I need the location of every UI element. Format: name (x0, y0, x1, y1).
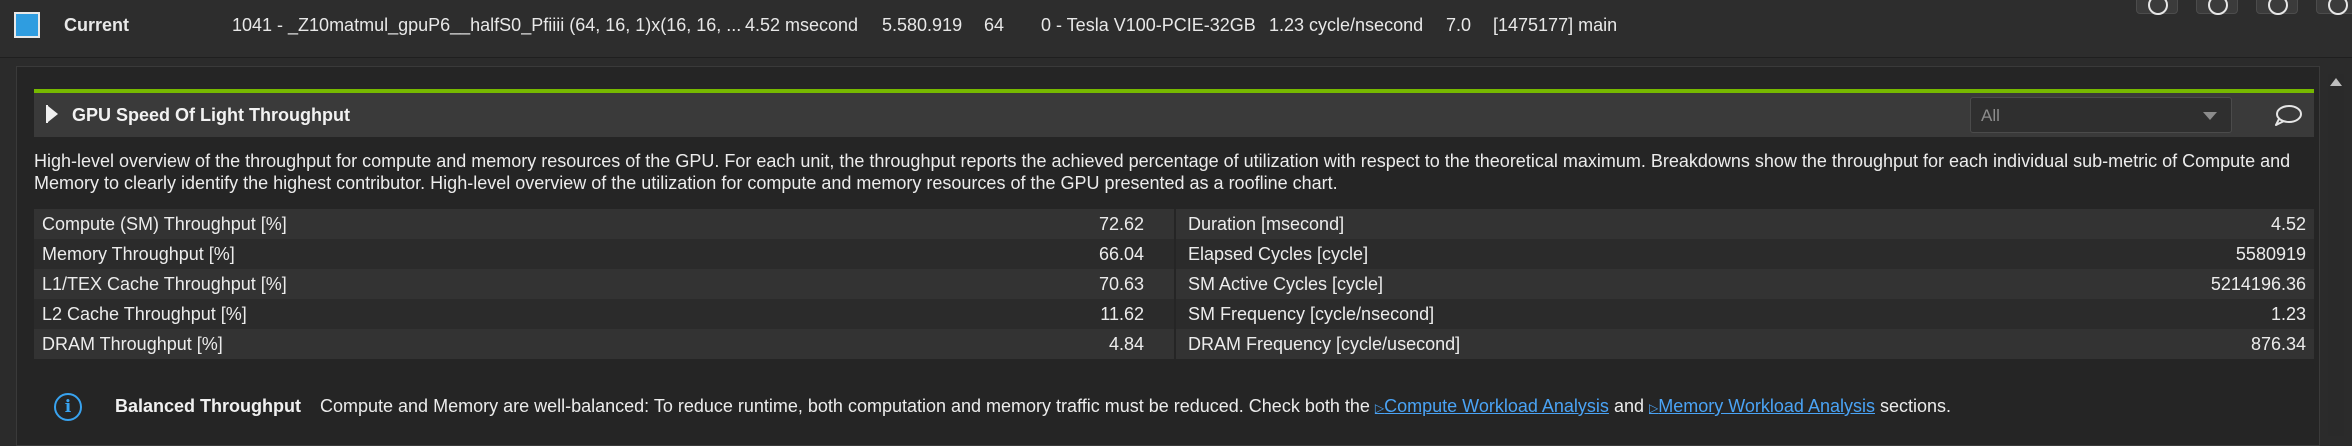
column-divider (1174, 209, 1176, 359)
metric-value: 4.84 (1108, 334, 1144, 354)
metric-value: 11.62 (1100, 304, 1144, 324)
more-icon (2328, 0, 2348, 15)
metric-label: Compute (SM) Throughput [%] (42, 214, 287, 234)
result-color-swatch[interactable] (14, 12, 40, 38)
vertical-scrollbar[interactable] (2328, 74, 2344, 436)
link-arrow-icon: ▷ (1649, 401, 1659, 415)
section-description: High-level overview of the throughput fo… (34, 151, 2291, 193)
nvidia-logo-icon (2268, 0, 2288, 15)
more-button[interactable] (2316, 0, 2352, 15)
nvidia-button[interactable] (2256, 0, 2298, 15)
memory-workload-link[interactable]: ▷Memory Workload Analysis (1649, 396, 1875, 416)
recommendation-title: Balanced Throughput (115, 396, 301, 416)
compute-workload-link-label: Compute Workload Analysis (1384, 396, 1609, 416)
metric-value: 66.04 (1098, 244, 1144, 264)
result-row[interactable]: Current 1041 - _Z10matmul_gpuP6__halfS0_… (0, 0, 2352, 58)
metric-label: SM Frequency [cycle/nsecond] (1188, 304, 1435, 324)
metric-label: Memory Throughput [%] (42, 244, 235, 264)
recommendation-text-after: sections. (1880, 396, 1952, 416)
result-cycles: 5.580.919 (882, 15, 963, 35)
section-title[interactable]: GPU Speed Of Light Throughput (72, 105, 350, 126)
result-device: 0 - Tesla V100-PCIE-32GB (1041, 15, 1256, 35)
chevron-down-icon (2203, 112, 2217, 120)
result-process: [1475177] main (1493, 15, 1618, 35)
metric-label: L2 Cache Throughput [%] (42, 304, 247, 324)
metric-value: 1.23 (2270, 304, 2306, 324)
body-filter-select[interactable]: All (1970, 97, 2232, 133)
recommendation-text-between: and (1613, 396, 1644, 416)
metric-value: 4.52 (2270, 214, 2306, 234)
info-icon: i (54, 393, 82, 421)
result-frequency: 1.23 cycle/nsecond (1269, 15, 1424, 35)
scroll-up-icon[interactable] (2330, 78, 2342, 86)
compute-workload-link[interactable]: ▷Compute Workload Analysis (1375, 396, 1609, 416)
metric-label: L1/TEX Cache Throughput [%] (42, 274, 287, 294)
metric-value: 72.62 (1098, 214, 1144, 234)
result-kernel: 1041 - _Z10matmul_gpuP6__halfS0_Pfiiii (… (232, 15, 742, 35)
info-button[interactable] (2136, 0, 2178, 15)
expand-triangle-icon[interactable] (48, 106, 58, 122)
recommendation-text: Compute and Memory are well-balanced: To… (320, 396, 1951, 417)
refresh-button[interactable] (2196, 0, 2238, 15)
result-name: Current (64, 15, 130, 35)
metric-label: DRAM Frequency [cycle/usecond] (1188, 334, 1461, 354)
metric-value: 5580919 (2235, 244, 2306, 264)
metric-label: DRAM Throughput [%] (42, 334, 223, 354)
recommendation-text-before: Compute and Memory are well-balanced: To… (320, 396, 1370, 416)
comment-icon[interactable] (2274, 104, 2302, 126)
refresh-icon (2208, 0, 2228, 15)
metric-value: 876.34 (2250, 334, 2306, 354)
metric-label: Duration [msecond] (1188, 214, 1345, 234)
metric-label: SM Active Cycles [cycle] (1188, 274, 1384, 294)
filter-value: All (1981, 106, 2000, 125)
result-duration: 4.52 msecond (745, 15, 859, 35)
metric-value: 5214196.36 (2210, 274, 2306, 294)
metrics-table: DRAM Throughput [%] 4.84 DRAM Frequency [c… (34, 209, 2314, 359)
result-registers: 64 (984, 15, 1005, 35)
metric-label: Elapsed Cycles [cycle] (1188, 244, 1369, 264)
info-circle-icon (2148, 0, 2168, 15)
memory-workload-link-label: Memory Workload Analysis (1658, 396, 1875, 416)
link-arrow-icon: ▷ (1374, 401, 1385, 415)
metric-value: 70.63 (1098, 274, 1144, 294)
result-cc: 7.0 (1446, 15, 1472, 35)
